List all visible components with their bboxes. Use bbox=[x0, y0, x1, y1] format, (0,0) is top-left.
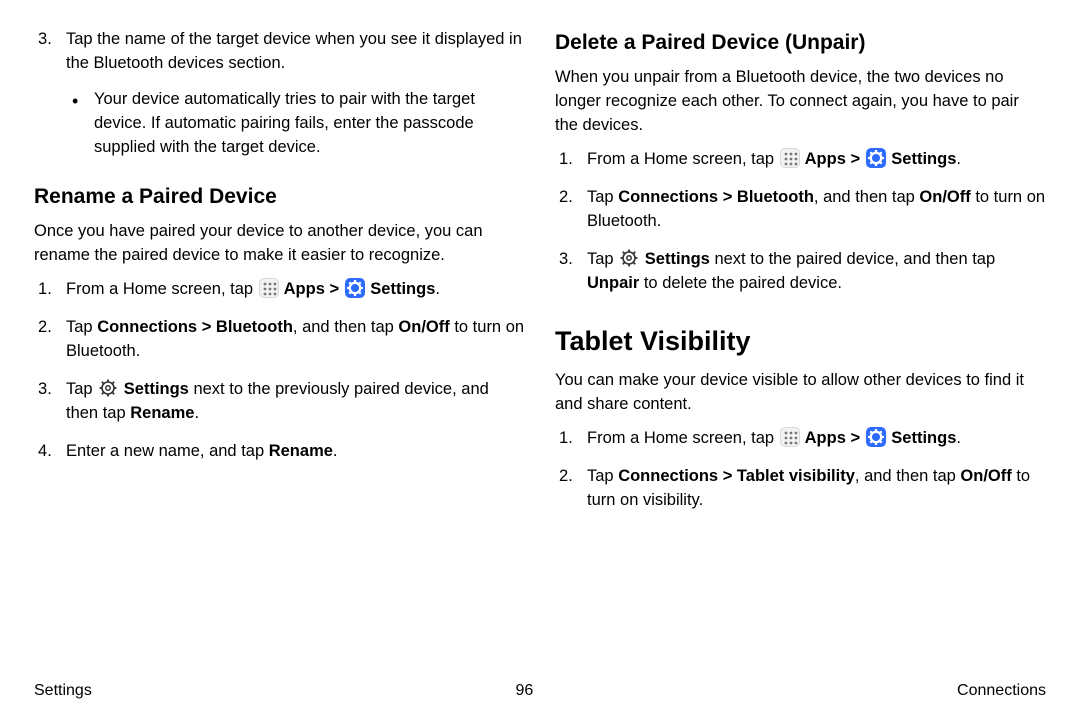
connections-label: Connections bbox=[618, 188, 718, 206]
text: to delete the paired device. bbox=[639, 274, 842, 292]
rename-step-3: Tap Settings next to the previously pair… bbox=[34, 378, 525, 426]
caret: > bbox=[718, 467, 737, 485]
gear-icon bbox=[619, 248, 639, 268]
rename-label: Rename bbox=[130, 404, 194, 422]
rename-step-2: Tap Connections > Bluetooth, and then ta… bbox=[34, 316, 525, 364]
settings-label: Settings bbox=[640, 250, 710, 268]
apps-icon bbox=[780, 148, 800, 168]
bluetooth-label: Bluetooth bbox=[737, 188, 814, 206]
step-text: Tap the name of the target device when y… bbox=[66, 30, 522, 72]
caret: > bbox=[718, 188, 737, 206]
period: . bbox=[956, 429, 961, 447]
apps-label: Apps bbox=[280, 280, 325, 298]
delete-step-3: Tap Settings next to the paired device, … bbox=[555, 248, 1046, 296]
tablet-step-2: Tap Connections > Tablet visibility, and… bbox=[555, 465, 1046, 513]
caret: > bbox=[846, 429, 865, 447]
text: Tap bbox=[587, 250, 618, 268]
text: , and then tap bbox=[293, 318, 399, 336]
apps-icon bbox=[780, 427, 800, 447]
pair-step-3: Tap the name of the target device when y… bbox=[34, 28, 525, 160]
rename-intro: Once you have paired your device to anot… bbox=[34, 220, 525, 268]
settings-label: Settings bbox=[119, 380, 189, 398]
caret: > bbox=[325, 280, 344, 298]
rename-step-4: Enter a new name, and tap Rename. bbox=[34, 440, 525, 464]
text: Tap bbox=[587, 467, 618, 485]
text: , and then tap bbox=[855, 467, 961, 485]
rename-heading: Rename a Paired Device bbox=[34, 182, 525, 212]
page-footer: Settings 96 Connections bbox=[34, 679, 1046, 702]
caret: > bbox=[846, 150, 865, 168]
footer-page-number: 96 bbox=[516, 679, 534, 702]
onoff-label: On/Off bbox=[919, 188, 970, 206]
text: Tap bbox=[66, 380, 97, 398]
right-column: Delete a Paired Device (Unpair) When you… bbox=[555, 28, 1046, 527]
settings-label: Settings bbox=[887, 429, 957, 447]
footer-left: Settings bbox=[34, 679, 92, 702]
text: From a Home screen, tap bbox=[587, 429, 779, 447]
onoff-label: On/Off bbox=[398, 318, 449, 336]
period: . bbox=[956, 150, 961, 168]
tablet-step-1: From a Home screen, tap Apps > Settings. bbox=[555, 427, 1046, 451]
period: . bbox=[333, 442, 338, 460]
connections-label: Connections bbox=[618, 467, 718, 485]
unpair-label: Unpair bbox=[587, 274, 639, 292]
apps-label: Apps bbox=[801, 429, 846, 447]
text: Tap bbox=[66, 318, 97, 336]
footer-right: Connections bbox=[957, 679, 1046, 702]
apps-icon bbox=[259, 278, 279, 298]
settings-icon bbox=[866, 148, 886, 168]
text: Tap bbox=[587, 188, 618, 206]
tablet-visibility-label: Tablet visibility bbox=[737, 467, 855, 485]
onoff-label: On/Off bbox=[960, 467, 1011, 485]
tablet-visibility-intro: You can make your device visible to allo… bbox=[555, 369, 1046, 417]
text: From a Home screen, tap bbox=[66, 280, 258, 298]
text: next to the paired device, and then tap bbox=[710, 250, 995, 268]
text: From a Home screen, tap bbox=[587, 150, 779, 168]
apps-label: Apps bbox=[801, 150, 846, 168]
settings-label: Settings bbox=[887, 150, 957, 168]
text: , and then tap bbox=[814, 188, 920, 206]
delete-intro: When you unpair from a Bluetooth device,… bbox=[555, 66, 1046, 138]
bluetooth-label: Bluetooth bbox=[216, 318, 293, 336]
delete-step-1: From a Home screen, tap Apps > Settings. bbox=[555, 148, 1046, 172]
caret: > bbox=[197, 318, 216, 336]
period: . bbox=[435, 280, 440, 298]
pair-step-3-note: Your device automatically tries to pair … bbox=[66, 88, 525, 160]
delete-step-2: Tap Connections > Bluetooth, and then ta… bbox=[555, 186, 1046, 234]
settings-label: Settings bbox=[366, 280, 436, 298]
settings-icon bbox=[345, 278, 365, 298]
rename-step-1: From a Home screen, tap Apps > Settings. bbox=[34, 278, 525, 302]
connections-label: Connections bbox=[97, 318, 197, 336]
left-column: Tap the name of the target device when y… bbox=[34, 28, 525, 527]
delete-heading: Delete a Paired Device (Unpair) bbox=[555, 28, 1046, 58]
gear-icon bbox=[98, 378, 118, 398]
rename-label: Rename bbox=[269, 442, 333, 460]
text: Enter a new name, and tap bbox=[66, 442, 269, 460]
tablet-visibility-heading: Tablet Visibility bbox=[555, 322, 1046, 361]
settings-icon bbox=[866, 427, 886, 447]
period: . bbox=[194, 404, 199, 422]
